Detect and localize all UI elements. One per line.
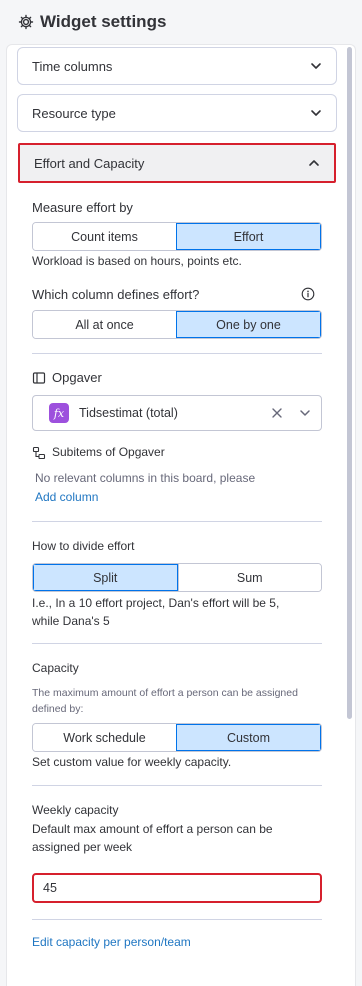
- board-icon: [32, 371, 46, 385]
- accordion-label: Time columns: [32, 58, 113, 74]
- chevron-down-icon[interactable]: [299, 407, 311, 419]
- accordion-time-columns[interactable]: Time columns: [17, 47, 337, 85]
- info-icon[interactable]: [301, 287, 315, 301]
- subitems-message: No relevant columns in this board, pleas…: [35, 471, 256, 485]
- divider: [32, 643, 322, 644]
- divider: [32, 785, 322, 786]
- subitems-icon: [32, 446, 46, 460]
- chevron-down-icon: [310, 107, 322, 119]
- measure-effort-toggle: Count items Effort: [32, 222, 322, 251]
- divider: [32, 353, 322, 354]
- accordion-resource-type[interactable]: Resource type: [17, 94, 337, 132]
- capacity-desc-line1: The maximum amount of effort a person ca…: [32, 687, 298, 699]
- board-name: Opgaver: [52, 370, 102, 385]
- widget-settings-header: Widget settings: [0, 0, 362, 44]
- accordion-label: Effort and Capacity: [34, 155, 145, 171]
- chevron-down-icon: [310, 60, 322, 72]
- divide-help-line1: I.e., In a 10 effort project, Dan's effo…: [32, 596, 280, 610]
- clear-icon[interactable]: [271, 407, 283, 419]
- formula-icon: fx: [49, 403, 69, 423]
- count-items-option[interactable]: Count items: [33, 223, 176, 250]
- page-title: Widget settings: [40, 12, 167, 31]
- measure-effort-label: Measure effort by: [32, 200, 133, 215]
- work-schedule-option[interactable]: Work schedule: [33, 724, 176, 751]
- effort-column-select[interactable]: fx Tidsestimat (total): [32, 395, 322, 431]
- weekly-capacity-desc-line1: Default max amount of effort a person ca…: [32, 822, 273, 836]
- capacity-label: Capacity: [32, 661, 79, 675]
- gear-icon: [18, 14, 34, 30]
- effort-option[interactable]: Effort: [176, 223, 321, 250]
- divider: [32, 521, 322, 522]
- divider: [32, 919, 322, 920]
- divide-help-line2: while Dana's 5: [32, 614, 110, 628]
- subitems-label: Subitems of Opgaver: [52, 445, 165, 459]
- settings-panel: Time columns Resource type Effort and Ca…: [6, 44, 356, 986]
- measure-effort-help: Workload is based on hours, points etc.: [32, 254, 242, 268]
- accordion-label: Resource type: [32, 105, 116, 121]
- chevron-up-icon: [308, 157, 320, 169]
- accordion-effort-capacity[interactable]: Effort and Capacity: [18, 143, 336, 183]
- capacity-desc-line2: defined by:: [32, 703, 84, 715]
- sum-option[interactable]: Sum: [177, 564, 321, 591]
- divide-effort-label: How to divide effort: [32, 539, 135, 553]
- weekly-capacity-desc-line2: assigned per week: [32, 840, 133, 854]
- effort-column-value: Tidsestimat (total): [79, 406, 178, 420]
- all-at-once-option[interactable]: All at once: [33, 311, 176, 338]
- scrollbar[interactable]: [346, 45, 354, 986]
- capacity-toggle: Work schedule Custom: [32, 723, 322, 752]
- divide-effort-toggle: Split Sum: [32, 563, 322, 592]
- custom-option[interactable]: Custom: [176, 724, 321, 751]
- weekly-capacity-input[interactable]: 45: [32, 873, 322, 903]
- which-column-toggle: All at once One by one: [32, 310, 322, 339]
- edit-capacity-link[interactable]: Edit capacity per person/team: [32, 935, 191, 949]
- weekly-capacity-label: Weekly capacity: [32, 803, 119, 817]
- weekly-capacity-value: 45: [43, 881, 57, 895]
- add-column-link[interactable]: Add column: [35, 490, 98, 504]
- one-by-one-option[interactable]: One by one: [176, 311, 321, 338]
- split-option[interactable]: Split: [33, 564, 178, 591]
- capacity-help: Set custom value for weekly capacity.: [32, 755, 232, 769]
- which-column-label: Which column defines effort?: [32, 287, 200, 302]
- scrollbar-thumb[interactable]: [347, 47, 352, 719]
